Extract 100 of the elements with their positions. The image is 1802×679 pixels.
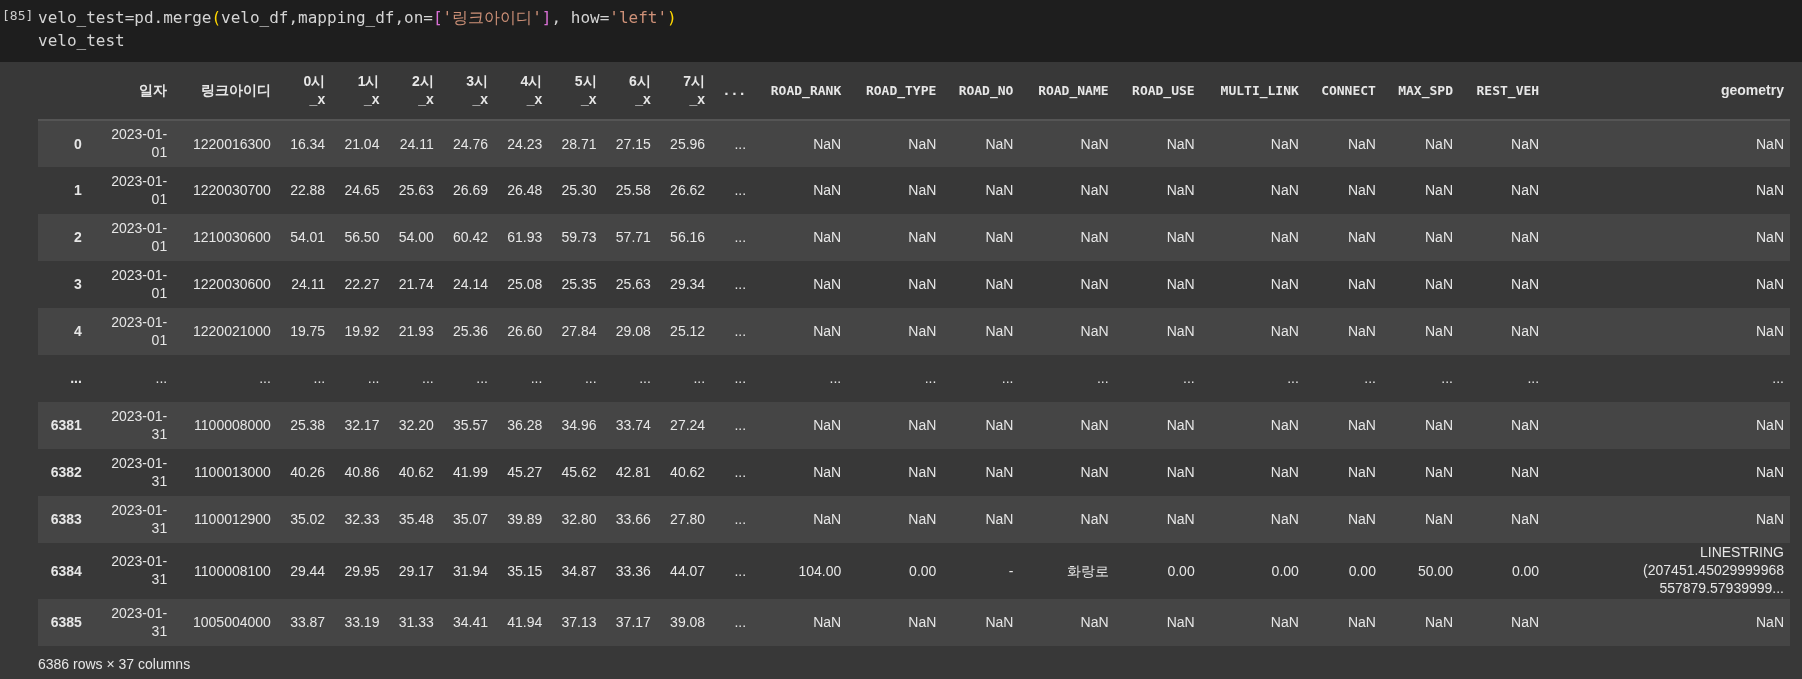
table-cell: 33.87 — [290, 613, 326, 631]
table-cell: 29.95 — [344, 561, 380, 580]
table-cell: NaN — [908, 416, 937, 434]
table-cell: 29.17 — [398, 561, 434, 580]
table-cell: 25.63 — [398, 181, 434, 199]
table-cell-text: 2023-01-01 — [110, 171, 168, 208]
table-cell: 56.50 — [344, 228, 380, 246]
table-cell: NaN — [1425, 134, 1453, 153]
table-cell: - — [1008, 561, 1014, 580]
table-cell: ... — [693, 369, 706, 387]
table-cell-text: 2023-01-01 — [110, 218, 168, 255]
table-cell: 31.94 — [452, 561, 488, 580]
table-cell: 42.81 — [615, 463, 651, 481]
table-cell: 1220021000 — [193, 322, 271, 340]
table-cell: 25.58 — [615, 181, 651, 199]
table-cell: NaN — [1166, 134, 1195, 153]
table-cell: 27.84 — [561, 322, 597, 340]
table-cell: NaN — [1425, 613, 1453, 631]
table-cell: NaN — [1511, 613, 1540, 631]
table-cell: NaN — [1347, 181, 1376, 199]
table-cell: ... — [734, 561, 747, 580]
table-cell: NaN — [1511, 510, 1540, 528]
table-cell: NaN — [1756, 181, 1784, 199]
table-cell: 1220030700 — [193, 181, 271, 199]
row-index: 3 — [74, 275, 82, 293]
table-cell: 1005004000 — [193, 613, 271, 631]
table-cell: 27.80 — [670, 510, 706, 528]
table-cell: 26.62 — [670, 181, 706, 199]
table-cell: 1100008000 — [194, 416, 271, 434]
table-cell: 59.73 — [561, 228, 597, 246]
table-cell-text: 2023-01-31 — [110, 603, 168, 640]
table-cell: NaN — [813, 613, 842, 631]
column-header: geometry — [1720, 81, 1784, 100]
column-header: ... — [722, 81, 747, 100]
table-cell: 61.93 — [507, 228, 543, 246]
table-cell: 40.62 — [670, 463, 706, 481]
table-cell-text: 2023-01-31 — [110, 406, 168, 443]
table-cell: NaN — [1347, 228, 1376, 246]
table-cell: ... — [1441, 369, 1453, 387]
table-cell: NaN — [1270, 613, 1299, 631]
table-cell: 25.63 — [615, 275, 651, 293]
column-header: REST_VEH — [1476, 81, 1540, 101]
row-index: 6382 — [50, 463, 82, 481]
table-cell: NaN — [813, 228, 842, 246]
table-cell: ... — [259, 369, 271, 387]
table-cell: NaN — [1270, 416, 1299, 434]
table-cell: NaN — [1756, 275, 1784, 293]
table-cell: NaN — [1511, 322, 1540, 340]
column-header: 일자 — [139, 81, 168, 100]
table-cell: NaN — [813, 416, 842, 434]
table-cell: 33.66 — [615, 510, 651, 528]
table-cell: NaN — [1080, 134, 1109, 153]
table-cell: 45.27 — [507, 463, 543, 481]
table-cell: 33.74 — [615, 416, 651, 434]
table-cell: ... — [530, 369, 543, 387]
table-cell: 32.33 — [344, 510, 380, 528]
table-cell: ... — [584, 369, 597, 387]
table-cell: ... — [476, 369, 488, 387]
table-cell: 60.42 — [452, 228, 488, 246]
table-cell: 24.76 — [452, 134, 488, 153]
table-cell: NaN — [985, 613, 1014, 631]
table-cell: ... — [422, 369, 434, 387]
column-header: 3시 _x — [465, 71, 488, 108]
table-cell: NaN — [1080, 613, 1109, 631]
table-cell: 41.99 — [452, 463, 488, 481]
row-index: 0 — [74, 134, 82, 153]
table-cell: 25.35 — [561, 275, 597, 293]
row-index: ... — [70, 369, 82, 387]
table-cell-text: 2023-01-31 — [110, 453, 168, 490]
table-cell: 35.15 — [507, 561, 543, 580]
table-cell: NaN — [1347, 416, 1376, 434]
table-cell: 37.17 — [615, 613, 651, 631]
table-cell: 22.88 — [290, 181, 326, 199]
table-cell: 화랑로 — [1066, 561, 1109, 580]
table-cell: 1100013000 — [194, 463, 271, 481]
table-cell: NaN — [1166, 416, 1195, 434]
table-cell: 36.28 — [507, 416, 543, 434]
table-cell: 41.94 — [507, 613, 543, 631]
table-cell: NaN — [908, 510, 937, 528]
row-index: 6383 — [50, 510, 82, 528]
table-cell: NaN — [985, 510, 1014, 528]
table-cell: NaN — [813, 510, 842, 528]
table-cell: NaN — [1166, 613, 1195, 631]
table-cell: 1210030600 — [193, 228, 271, 246]
column-header: 7시 _x — [682, 71, 706, 108]
table-cell: NaN — [1347, 510, 1376, 528]
table-cell: 25.96 — [670, 134, 706, 153]
table-cell: 0.00 — [1348, 561, 1376, 580]
table-cell: NaN — [1270, 181, 1299, 199]
table-cell: 24.65 — [344, 181, 380, 199]
column-header: 6시 _x — [628, 71, 651, 108]
table-cell: 24.11 — [291, 275, 326, 293]
table-cell: NaN — [1756, 416, 1784, 434]
table-cell: ... — [734, 463, 747, 481]
row-index: 6381 — [50, 416, 82, 434]
table-cell: 39.08 — [670, 613, 706, 631]
table-cell: 1220030600 — [193, 275, 271, 293]
column-header: ROAD_USE — [1132, 81, 1195, 101]
execution-count: [85] — [2, 8, 34, 23]
table-cell: 32.80 — [561, 510, 597, 528]
